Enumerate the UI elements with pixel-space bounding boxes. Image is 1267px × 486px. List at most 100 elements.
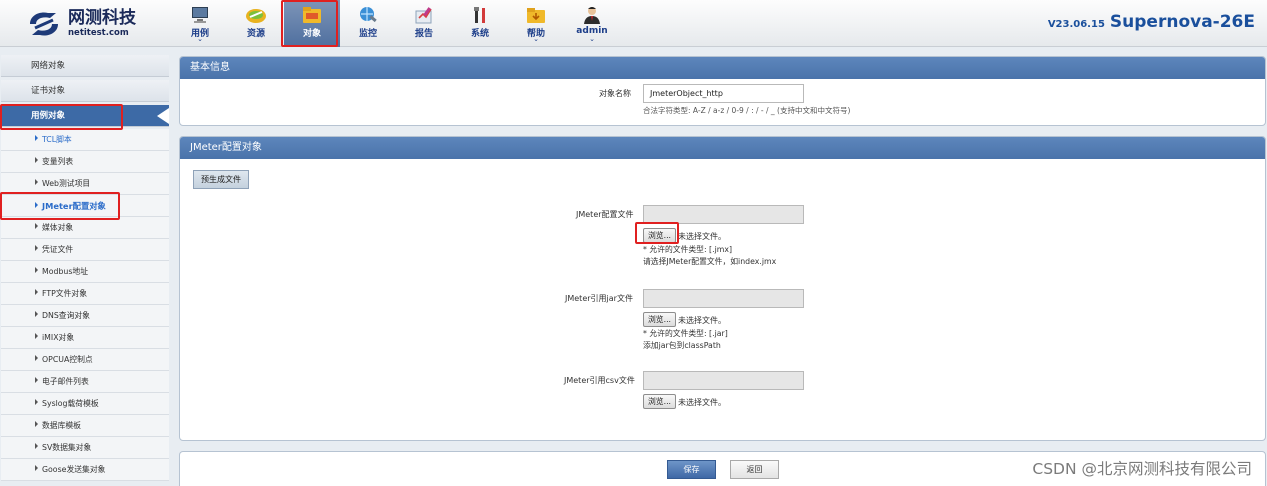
nav-label: 报告 — [414, 29, 433, 39]
jar-browse-button[interactable]: 浏览... — [643, 312, 677, 327]
monitor-globe-icon — [360, 7, 377, 23]
sidebar-item-variables[interactable]: 变量列表 — [1, 151, 169, 173]
sidebar-item-imix[interactable]: iMIX对象 — [1, 327, 169, 349]
panel-title: JMeter配置对象 — [180, 137, 1265, 159]
basic-info-panel: 基本信息 对象名称 JmeterObject_http 合法字符类型: A-Z … — [179, 56, 1266, 126]
jar-file-label: JMeter引用jar文件 — [565, 294, 633, 303]
jmeter-panel: JMeter配置对象 预生成文件 JMeter配置文件 浏览... 未选择文件。… — [179, 136, 1266, 441]
nav-item-admin[interactable]: admin ⌄ — [564, 0, 620, 47]
config-file-label: JMeter配置文件 — [576, 210, 634, 219]
nav-label: 系统 — [470, 29, 489, 39]
sidebar-item-email[interactable]: 电子邮件列表 — [1, 371, 169, 393]
caret-right-icon — [35, 443, 38, 449]
caret-right-icon — [35, 179, 38, 185]
sidebar-item-label: Syslog载荷模板 — [42, 399, 99, 408]
product-model: Supernova-26E — [1109, 12, 1255, 32]
csv-browse-button[interactable]: 浏览... — [643, 394, 677, 409]
object-name-label: 对象名称 — [599, 89, 631, 98]
sidebar-item-label: 电子邮件列表 — [42, 377, 89, 386]
caret-right-icon — [35, 399, 38, 405]
nav-item-help[interactable]: 帮助 ⌄ — [508, 0, 564, 47]
logo-mark-icon — [30, 12, 58, 36]
caret-right-icon — [35, 377, 38, 383]
tools-icon — [474, 7, 485, 23]
jar-no-file-text: 未选择文件。 — [678, 316, 726, 325]
caret-right-icon — [35, 245, 38, 251]
caret-right-icon — [35, 333, 38, 339]
help-folder-icon — [527, 8, 545, 23]
report-icon — [415, 7, 432, 24]
nav-label: 监控 — [358, 29, 377, 39]
sidebar-item-label: 凭证文件 — [42, 245, 74, 254]
monitor-icon — [192, 7, 208, 23]
caret-right-icon — [35, 355, 38, 361]
object-name-hint: 合法字符类型: A-Z / a-z / 0-9 / : / - / _ (支持中… — [643, 106, 851, 115]
caret-right-icon — [35, 465, 38, 471]
jar-allowed-types: * 允许的文件类型: [.jar] — [643, 329, 728, 338]
caret-right-icon — [35, 157, 38, 163]
sidebar-item-label: Goose发送集对象 — [42, 465, 106, 474]
back-button[interactable]: 返回 — [730, 460, 779, 479]
version-info: V23.06.15 Supernova-26E — [1048, 12, 1255, 32]
nav-item-cases[interactable]: 用例 ⌄ — [172, 0, 228, 47]
chevron-down-icon: ⌄ — [197, 35, 203, 43]
sidebar-item-goose[interactable]: Goose发送集对象 — [1, 459, 169, 481]
save-button[interactable]: 保存 — [667, 460, 716, 479]
brand-name-cn: 网测科技 — [68, 8, 136, 29]
active-notch-icon — [157, 108, 169, 124]
sidebar-item-tcl[interactable]: TCL脚本 — [1, 129, 169, 151]
version-number: V23.06.15 — [1047, 19, 1105, 30]
config-no-file-text: 未选择文件。 — [678, 232, 726, 241]
csv-file-label: JMeter引用csv文件 — [564, 376, 635, 385]
sidebar-category-cert[interactable]: 证书对象 — [1, 80, 169, 102]
brand-name-en: netitest.com — [68, 28, 129, 39]
jar-description: 添加jar包到classPath — [643, 341, 721, 350]
chevron-down-icon: ⌄ — [589, 35, 595, 43]
sidebar-item-media[interactable]: 媒体对象 — [1, 217, 169, 239]
object-name-input[interactable]: JmeterObject_http — [643, 84, 804, 103]
sidebar-item-label: iMIX对象 — [42, 333, 75, 342]
brand-logo[interactable]: 网测科技 netitest.com — [26, 8, 136, 40]
sidebar-item-sv[interactable]: SV数据集对象 — [1, 437, 169, 459]
caret-right-icon — [35, 289, 38, 295]
sidebar-item-label: 媒体对象 — [42, 223, 74, 232]
nav-item-system[interactable]: 系统 — [452, 0, 508, 47]
sidebar-item-database[interactable]: 数据库模板 — [1, 415, 169, 437]
sidebar-item-label: SV数据集对象 — [42, 443, 92, 452]
csv-file-display — [643, 371, 804, 390]
user-icon — [584, 7, 600, 24]
caret-right-icon — [35, 311, 38, 317]
sidebar-item-ftp[interactable]: FTP文件对象 — [1, 283, 169, 305]
nav-label: 资源 — [246, 29, 265, 39]
config-description: 请选择JMeter配置文件，如index.jmx — [643, 257, 777, 266]
sidebar-item-label: TCL脚本 — [42, 135, 72, 144]
highlight-box — [0, 192, 120, 220]
sidebar-item-modbus[interactable]: Modbus地址 — [1, 261, 169, 283]
highlight-box — [0, 104, 123, 130]
caret-right-icon — [35, 267, 38, 273]
pregenerate-file-button[interactable]: 预生成文件 — [193, 170, 249, 189]
csv-no-file-text: 未选择文件。 — [678, 398, 726, 407]
sidebar-item-dns[interactable]: DNS查询对象 — [1, 305, 169, 327]
watermark-text: CSDN @北京网测科技有限公司 — [1032, 460, 1252, 478]
highlight-box — [635, 222, 679, 244]
resource-icon — [246, 9, 266, 23]
sidebar-item-label: 变量列表 — [42, 157, 74, 166]
nav-item-resources[interactable]: 资源 — [228, 0, 284, 47]
nav-item-monitor[interactable]: 监控 — [340, 0, 396, 47]
caret-right-icon — [35, 421, 38, 427]
nav-item-reports[interactable]: 报告 — [396, 0, 452, 47]
sidebar-item-label: FTP文件对象 — [42, 289, 87, 298]
sidebar-item-syslog[interactable]: Syslog载荷模板 — [1, 393, 169, 415]
sidebar-item-label: DNS查询对象 — [42, 311, 90, 320]
sidebar-category-network[interactable]: 网络对象 — [1, 55, 169, 77]
jar-file-display — [643, 289, 804, 308]
sidebar-item-label: 数据库模板 — [42, 421, 81, 430]
caret-right-icon — [35, 135, 38, 141]
panel-title: 基本信息 — [180, 57, 1265, 79]
chevron-down-icon: ⌄ — [533, 35, 539, 43]
sidebar-item-opcua[interactable]: OPCUA控制点 — [1, 349, 169, 371]
sidebar-item-credentials[interactable]: 凭证文件 — [1, 239, 169, 261]
highlight-box — [281, 0, 338, 47]
caret-right-icon — [35, 223, 38, 229]
